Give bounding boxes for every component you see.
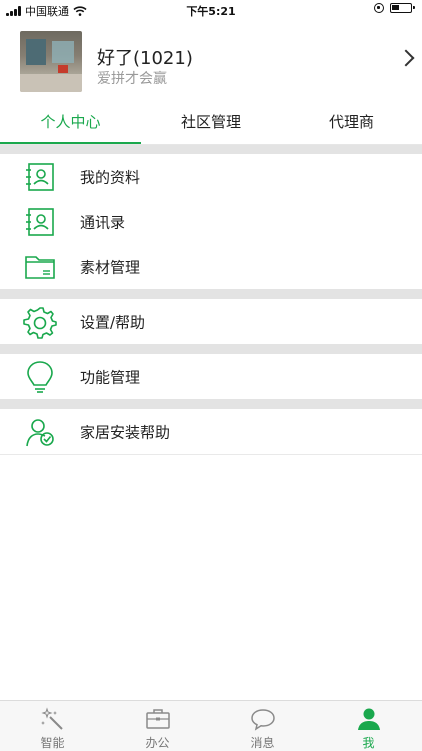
profile-subtitle: 爱拼才会赢 [97,71,167,87]
briefcase-icon [145,709,170,729]
status-right [374,3,415,13]
chevron-right-icon[interactable] [397,49,415,67]
section-divider [0,344,422,354]
section-divider [0,145,422,154]
menu-item-materials[interactable]: 素材管理 [0,244,422,290]
nav-label: 智能 [40,736,65,750]
profile-card-icon [26,162,54,191]
menu-item-label: 功能管理 [80,368,141,386]
tab-bar: 个人中心 社区管理 代理商 [0,102,422,145]
menu-item-label: 家居安装帮助 [80,423,171,441]
avatar[interactable] [20,31,82,92]
lightbulb-icon [27,360,53,393]
menu-item-home-install-help[interactable]: 家居安装帮助 [0,409,422,455]
status-time: 下午5:21 [186,5,236,18]
menu-item-settings-help[interactable]: 设置/帮助 [0,299,422,345]
nav-item-smart[interactable]: 智能 [0,701,105,751]
nav-item-messages[interactable]: 消息 [210,701,315,751]
section-divider [0,399,422,409]
profile-header[interactable]: 好了(1021) 爱拼才会赢 [0,20,422,102]
battery-icon [390,3,415,13]
tab-agent[interactable]: 代理商 [281,102,422,144]
section-divider [0,289,422,299]
menu-item-label: 通讯录 [80,213,126,231]
profile-name: 好了(1021) [97,48,193,69]
menu-item-label: 素材管理 [80,258,141,276]
install-help-icon [26,418,54,446]
gear-icon [23,306,57,339]
nav-item-office[interactable]: 办公 [105,701,210,751]
nav-label: 我 [362,736,375,750]
person-icon [357,708,380,730]
nav-label: 办公 [145,736,170,750]
menu-item-feature-management[interactable]: 功能管理 [0,354,422,400]
menu-item-label: 设置/帮助 [80,313,146,331]
active-tab-indicator [0,142,141,144]
magic-wand-icon [40,707,63,730]
bottom-nav: 智能 办公 消息 我 [0,700,422,751]
tab-community-management[interactable]: 社区管理 [141,102,281,144]
menu-item-label: 我的资料 [80,168,141,186]
menu-item-contacts[interactable]: 通讯录 [0,199,422,245]
contacts-icon [26,207,54,236]
orientation-lock-icon [374,3,384,13]
nav-label: 消息 [250,736,275,750]
tab-personal-center[interactable]: 个人中心 [0,102,141,144]
status-bar: 中国联通 下午5:21 [0,0,422,20]
folder-icon [25,255,55,279]
nav-item-me[interactable]: 我 [315,701,422,751]
menu-item-my-profile[interactable]: 我的资料 [0,154,422,200]
chat-bubble-icon [250,709,275,731]
